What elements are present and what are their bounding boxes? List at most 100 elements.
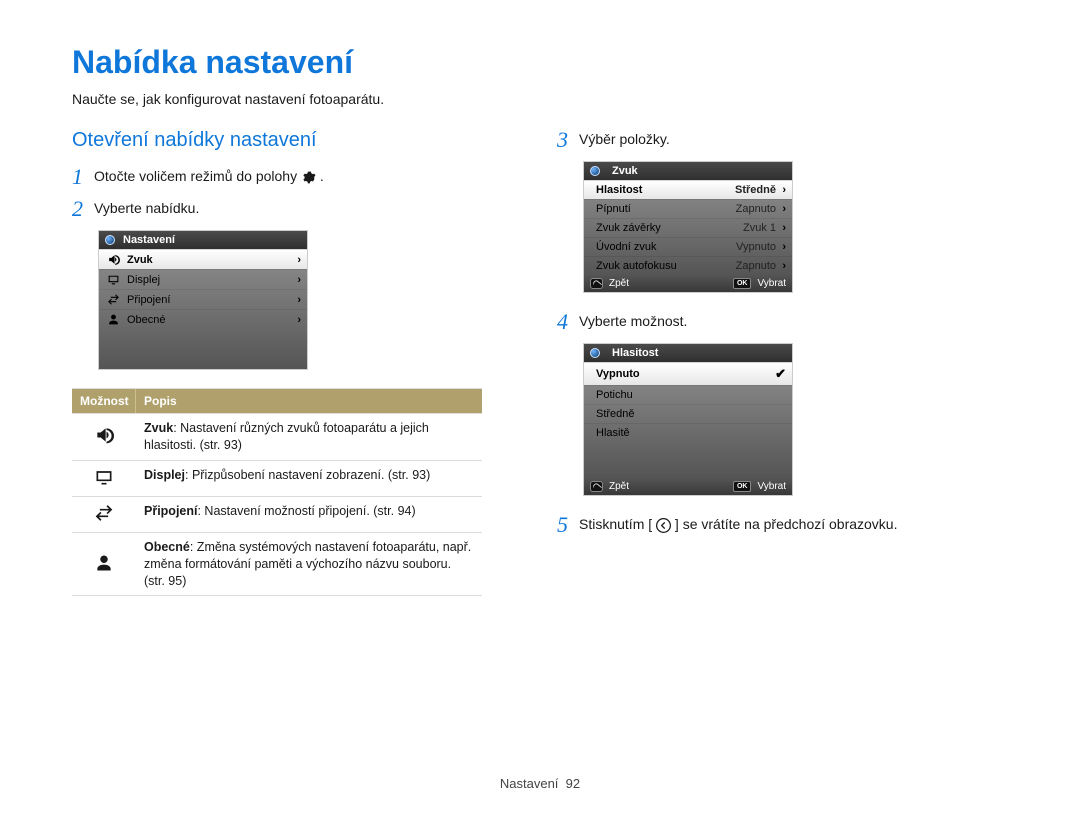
opt-title: Zvuk <box>144 421 173 435</box>
menu-row-obecne: Obecné › <box>99 309 307 329</box>
opt-label: Středně <box>590 408 786 420</box>
table-row: Obecné: Změna systémových nastavení foto… <box>72 532 482 596</box>
col-head-popis: Popis <box>136 389 482 413</box>
submenu-row-pipnuti: Pípnutí Zapnuto › <box>584 199 792 218</box>
sub-label: Hlasitost <box>590 184 735 196</box>
display-icon <box>94 467 114 490</box>
table-row: Připojení: Nastavení možností připojení.… <box>72 496 482 532</box>
table-row: Zvuk: Nastavení různých zvuků fotoaparát… <box>72 413 482 460</box>
chevron-right-icon: › <box>776 222 786 234</box>
opt-label: Vypnuto <box>590 368 775 380</box>
step-number: 5 <box>557 514 579 536</box>
footer-select-label: Vybrat <box>757 278 786 289</box>
check-icon: ✔ <box>775 366 786 382</box>
opt-title: Obecné <box>144 540 190 554</box>
step-3-text: Výběr položky. <box>579 129 670 147</box>
chevron-right-icon: › <box>291 294 301 306</box>
submenu-row-hlasitost: Hlasitost Středně › <box>584 180 792 199</box>
left-column: Otevření nabídky nastavení 1 Otočte voli… <box>72 129 523 596</box>
camera-screen-zvuk: Zvuk Hlasitost Středně › Pípnutí Zapnuto… <box>583 161 793 293</box>
option-row-vypnuto: Vypnuto ✔ <box>584 362 792 385</box>
sub-value: Zapnuto <box>736 260 776 272</box>
ok-button-icon: OK <box>733 481 752 492</box>
opt-title: Displej <box>144 468 185 482</box>
back-shape-icon <box>590 278 603 289</box>
page-footer: Nastavení 92 <box>0 776 1080 791</box>
step-number: 1 <box>72 166 94 188</box>
step-1-text-after: . <box>320 168 324 184</box>
opt-desc: : Změna systémových nastavení fotoaparát… <box>144 540 471 588</box>
camera-header-label: Nastavení <box>123 234 175 246</box>
option-row-potichu: Potichu <box>584 385 792 404</box>
sub-value: Zapnuto <box>736 203 776 215</box>
camera-screen-hlasitost: Hlasitost Vypnuto ✔ Potichu Středně Hlas… <box>583 343 793 496</box>
camera-header-dot-icon <box>590 166 600 176</box>
step-3: 3 Výběr položky. <box>557 129 1008 151</box>
chevron-right-icon: › <box>291 274 301 286</box>
footer-select-label: Vybrat <box>757 481 786 492</box>
sub-label: Zvuk autofokusu <box>590 260 736 272</box>
opt-title: Připojení <box>144 504 197 518</box>
camera-screen-settings-menu: Nastavení Zvuk › Displej › Připojení › <box>98 230 308 370</box>
options-table: Možnost Popis Zvuk: Nastavení různých zv… <box>72 388 482 596</box>
menu-label: Zvuk <box>121 254 291 266</box>
camera-footer: Zpět OK Vybrat <box>584 275 792 292</box>
submenu-row-zaverky: Zvuk závěrky Zvuk 1 › <box>584 218 792 237</box>
opt-label: Potichu <box>590 389 786 401</box>
footer-back-label: Zpět <box>609 481 629 492</box>
submenu-row-uvodni: Úvodní zvuk Vypnuto › <box>584 237 792 256</box>
speaker-icon <box>94 425 114 448</box>
footer-back-label: Zpět <box>609 278 629 289</box>
person-icon <box>105 313 121 326</box>
table-row: Displej: Přizpůsobení nastavení zobrazen… <box>72 460 482 496</box>
footer-section-label: Nastavení <box>500 776 559 791</box>
col-head-moznost: Možnost <box>72 389 136 413</box>
menu-row-zvuk: Zvuk › <box>99 249 307 269</box>
swap-icon <box>105 293 121 306</box>
back-shape-icon <box>590 481 603 492</box>
chevron-right-icon: › <box>776 184 786 196</box>
camera-footer: Zpět OK Vybrat <box>584 478 792 495</box>
menu-label: Obecné <box>121 314 291 326</box>
display-icon <box>105 273 121 286</box>
opt-label: Hlasitě <box>590 427 786 439</box>
intro-text: Naučte se, jak konfigurovat nastavení fo… <box>72 91 1008 107</box>
person-icon <box>94 553 114 576</box>
step-2-text: Vyberte nabídku. <box>94 198 199 216</box>
footer-page-number: 92 <box>566 776 580 791</box>
menu-label: Displej <box>121 274 291 286</box>
step-number: 4 <box>557 311 579 333</box>
chevron-right-icon: › <box>291 254 301 266</box>
opt-desc: : Nastavení možností připojení. (str. 94… <box>197 504 415 518</box>
menu-row-pripojeni: Připojení › <box>99 289 307 309</box>
opt-desc: : Přizpůsobení nastavení zobrazení. (str… <box>185 468 430 482</box>
opt-desc: : Nastavení různých zvuků fotoaparátu a … <box>144 421 429 452</box>
submenu-row-autofokus: Zvuk autofokusu Zapnuto › <box>584 256 792 275</box>
camera-header-dot-icon <box>105 235 115 245</box>
chevron-right-icon: › <box>776 260 786 272</box>
chevron-right-icon: › <box>776 203 786 215</box>
section-subheading: Otevření nabídky nastavení <box>72 129 523 152</box>
sub-label: Pípnutí <box>590 203 736 215</box>
camera-header-label: Hlasitost <box>608 347 658 359</box>
gear-icon <box>301 170 316 185</box>
speaker-icon <box>105 253 121 266</box>
sub-label: Zvuk závěrky <box>590 222 743 234</box>
sub-value: Zvuk 1 <box>743 222 776 234</box>
sub-label: Úvodní zvuk <box>590 241 736 253</box>
step-4-text: Vyberte možnost. <box>579 311 687 329</box>
step-2: 2 Vyberte nabídku. <box>72 198 523 220</box>
option-row-hlasite: Hlasitě <box>584 423 792 442</box>
swap-icon <box>94 503 114 526</box>
camera-header-dot-icon <box>590 348 600 358</box>
menu-label: Připojení <box>121 294 291 306</box>
step-1: 1 Otočte voličem režimů do polohy . <box>72 166 523 188</box>
ok-button-icon: OK <box>733 278 752 289</box>
step-5-text-before: Stisknutím [ <box>579 516 652 532</box>
step-4: 4 Vyberte možnost. <box>557 311 1008 333</box>
step-5-text-after: ] se vrátíte na předchozí obrazovku. <box>675 516 898 532</box>
step-number: 3 <box>557 129 579 151</box>
sub-value: Středně <box>735 184 776 196</box>
sub-value: Vypnuto <box>736 241 776 253</box>
option-row-stredne: Středně <box>584 404 792 423</box>
